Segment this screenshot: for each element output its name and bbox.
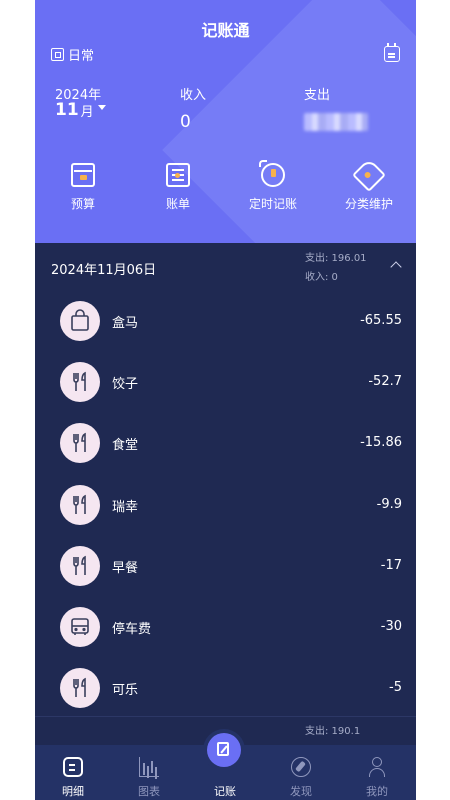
category-avatar: [60, 301, 100, 341]
day-date: 2024年11月06日: [51, 263, 157, 278]
budget-label: 预算: [70, 197, 95, 211]
compass-icon: [291, 757, 311, 777]
summary-header: 记账通 日常 2024年 11 月 收入 0 支出 预算 账单 定时记账 分类维…: [35, 0, 416, 243]
category-avatar: [60, 484, 100, 525]
transaction-row[interactable]: 可乐 -5: [35, 658, 416, 719]
next-group-expense-summary: 支出: 190.1: [305, 726, 361, 737]
bill-button[interactable]: 账单: [138, 163, 218, 212]
scheduled-record-label: 定时记账: [248, 197, 297, 211]
month-picker[interactable]: 11 月: [55, 100, 106, 120]
calendar-icon[interactable]: [384, 43, 400, 62]
transaction-row[interactable]: 早餐 -17: [35, 536, 416, 597]
tab-charts[interactable]: 图表: [111, 745, 187, 800]
transaction-name: 停车费: [112, 621, 152, 637]
budget-icon: [71, 163, 95, 187]
fork-knife-icon: [73, 371, 86, 392]
tab-mine[interactable]: 我的: [339, 745, 415, 800]
tab-record-label: 记账: [214, 785, 236, 798]
category-avatar: [60, 362, 100, 403]
category-avatar: [60, 606, 100, 647]
add-record-button[interactable]: [207, 733, 241, 767]
app-screen: 记账通 日常 2024年 11 月 收入 0 支出 预算 账单 定时记账 分类维…: [35, 0, 416, 800]
transaction-name: 食堂: [112, 438, 139, 454]
transaction-name: 饺子: [112, 377, 139, 393]
transaction-list: 盒马 -65.55 饺子 -52.7 食堂 -15.86 瑞幸 -9.9 早餐 …: [35, 291, 416, 719]
day-expense-summary: 支出: 196.01: [305, 253, 367, 264]
transaction-amount: -17: [380, 557, 402, 573]
transaction-row[interactable]: 瑞幸 -9.9: [35, 475, 416, 536]
transaction-amount: -65.55: [360, 313, 402, 328]
income-label: 收入: [180, 88, 207, 103]
shopping-bag-icon: [71, 309, 89, 331]
book-name: 日常: [68, 49, 95, 64]
chart-icon: [139, 757, 159, 777]
transaction-row[interactable]: 食堂 -15.86: [35, 413, 416, 474]
alarm-clock-icon: [259, 160, 285, 187]
transaction-amount: -15.86: [360, 435, 402, 451]
bill-icon: [166, 163, 190, 187]
transaction-amount: -9.9: [376, 496, 402, 512]
category-avatar: [60, 545, 100, 586]
transaction-amount: -30: [380, 618, 402, 634]
expense-value-blurred: [304, 113, 368, 131]
transaction-amount: -52.7: [368, 374, 402, 390]
tag-icon: [352, 158, 386, 192]
day-group-header[interactable]: 2024年11月06日 支出: 196.01 收入: 0: [35, 243, 416, 291]
transaction-name: 盒马: [112, 316, 139, 331]
transaction-amount: -5: [389, 680, 402, 696]
tab-discover[interactable]: 发现: [263, 745, 339, 800]
month-value: 11: [55, 100, 79, 120]
fork-knife-icon: [73, 494, 86, 514]
category-maintenance-label: 分类维护: [344, 197, 393, 211]
transaction-name: 瑞幸: [112, 499, 139, 515]
bus-icon: [71, 618, 89, 635]
chevron-up-icon[interactable]: [390, 261, 402, 273]
tab-charts-label: 图表: [138, 785, 160, 798]
day-summary: 支出: 196.01 收入: 0: [305, 249, 367, 287]
expense-label: 支出: [304, 88, 331, 103]
fork-knife-icon: [73, 677, 86, 698]
transaction-row[interactable]: 盒马 -65.55: [35, 291, 416, 352]
group-divider: [35, 716, 416, 717]
user-icon: [367, 757, 387, 777]
book-selector[interactable]: 日常: [51, 45, 94, 64]
details-icon: [63, 757, 83, 777]
category-maintenance-button[interactable]: 分类维护: [329, 158, 409, 212]
fork-knife-icon: [73, 555, 86, 575]
transaction-row[interactable]: 饺子 -52.7: [35, 352, 416, 413]
income-value: 0: [180, 112, 191, 132]
caret-down-icon: [97, 104, 106, 110]
day-income-summary: 收入: 0: [305, 272, 338, 283]
category-avatar: [60, 668, 100, 709]
scheduled-record-button[interactable]: 定时记账: [233, 160, 313, 212]
fork-knife-icon: [73, 433, 86, 453]
budget-button[interactable]: 预算: [43, 163, 123, 212]
bill-label: 账单: [165, 197, 190, 211]
category-avatar: [60, 423, 100, 464]
transaction-row[interactable]: 停车费 -30: [35, 597, 416, 658]
tab-details[interactable]: 明细: [35, 745, 111, 800]
tab-details-label: 明细: [62, 785, 84, 798]
book-icon: [51, 48, 64, 61]
app-title: 记账通: [201, 21, 250, 40]
tab-discover-label: 发现: [290, 785, 312, 798]
transaction-name: 可乐: [112, 683, 139, 699]
month-unit: 月: [80, 104, 94, 120]
tab-mine-label: 我的: [366, 785, 388, 798]
transaction-name: 早餐: [112, 560, 139, 576]
